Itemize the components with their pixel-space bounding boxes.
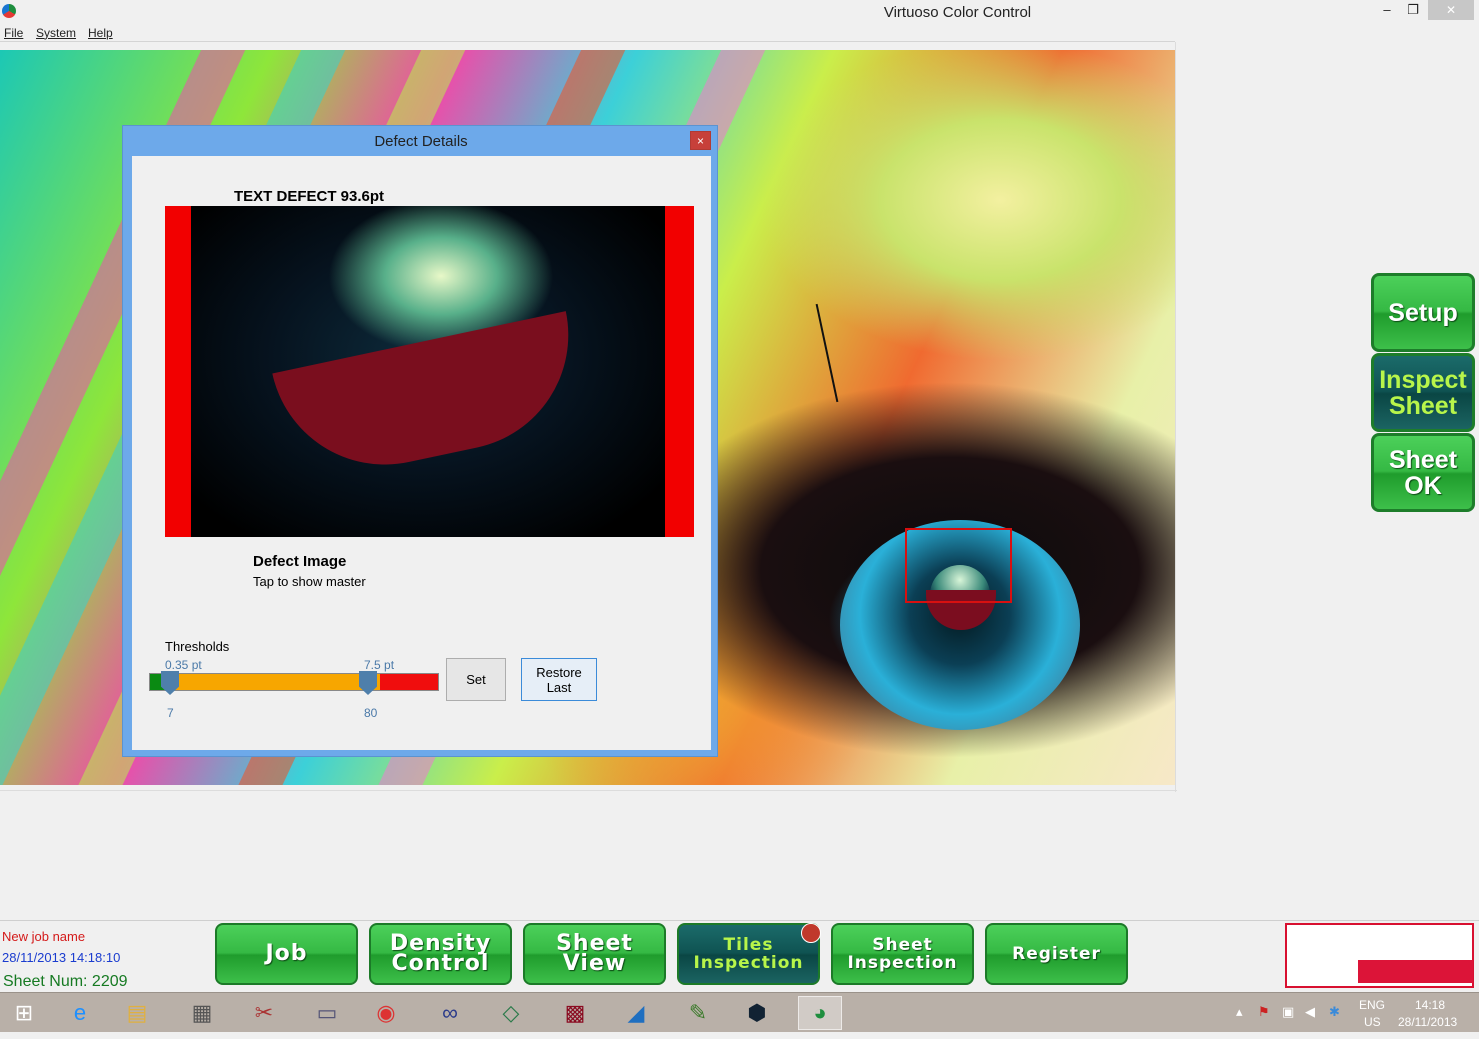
slider-high-thumb[interactable]: [359, 671, 377, 695]
tiles-label-1: Tiles: [723, 935, 774, 955]
job-name: New job name: [2, 929, 86, 944]
volume-icon[interactable]: ◀: [1305, 1004, 1315, 1020]
cube-app-icon[interactable]: ⬢: [735, 996, 779, 1030]
clock-time[interactable]: 14:18: [1415, 998, 1445, 1012]
defect-caption: Defect Image: [253, 553, 347, 570]
job-button[interactable]: Job: [215, 923, 358, 985]
alert-bar: [1358, 960, 1473, 983]
defect-image-content: [191, 206, 665, 537]
slider-red-zone: [380, 674, 438, 690]
job-date: 28/11/2013 14:18:10: [2, 950, 121, 965]
ie-icon[interactable]: e: [58, 996, 102, 1030]
shark-app-icon[interactable]: ◢: [614, 996, 658, 1030]
menu-system[interactable]: System: [36, 26, 76, 40]
menu-bar: [0, 24, 1175, 42]
threshold-high-sub: 80: [364, 706, 378, 720]
slider-orange-zone: [168, 674, 380, 690]
register-button[interactable]: Register: [985, 923, 1128, 985]
sheet-inspection-label-2: Inspection: [847, 953, 958, 973]
restore-label-1: Restore: [536, 664, 582, 680]
paint-app-icon[interactable]: ▩: [553, 996, 597, 1030]
threshold-low-sub: 7: [167, 706, 174, 720]
menu-help[interactable]: Help: [88, 26, 113, 40]
tray-chevron-icon[interactable]: ▴: [1236, 1004, 1243, 1020]
thresholds-label: Thresholds: [165, 639, 230, 654]
tiles-label-2: Inspection: [693, 953, 804, 973]
sheet-view-label-2: View: [562, 951, 627, 976]
restore-last-button[interactable]: Restore Last: [521, 658, 597, 701]
slider-low-thumb[interactable]: [161, 671, 179, 695]
bluetooth-icon[interactable]: ✱: [1329, 1004, 1340, 1020]
setup-button[interactable]: Setup: [1371, 273, 1475, 352]
restore-label-2: Last: [546, 679, 572, 695]
visual-studio-icon[interactable]: ∞: [428, 996, 472, 1030]
virtuoso-taskbar-icon[interactable]: ◕: [798, 996, 842, 1030]
threshold-slider[interactable]: [149, 671, 439, 695]
xml-editor-icon[interactable]: ◇: [489, 996, 533, 1030]
notepad-app-icon[interactable]: ✎: [676, 996, 720, 1030]
sheet-number: Sheet Num: 2209: [3, 973, 128, 990]
sheet-ok-button[interactable]: Sheet OK: [1371, 433, 1475, 512]
density-control-button[interactable]: Density Control: [369, 923, 512, 985]
clock-date[interactable]: 28/11/2013: [1398, 1015, 1457, 1029]
window-title: Virtuoso Color Control: [883, 4, 1032, 21]
tiles-inspection-button[interactable]: Tiles Inspection: [677, 923, 820, 985]
language-region[interactable]: US: [1364, 1015, 1381, 1029]
dialog-close-icon[interactable]: ×: [690, 131, 711, 150]
dialog-title: Defect Details: [374, 133, 468, 150]
defect-subcaption: Tap to show master: [253, 574, 366, 589]
inspect-label-1: Inspect: [1379, 365, 1467, 394]
menu-file[interactable]: File: [4, 26, 23, 40]
chrome-icon[interactable]: ◉: [364, 996, 408, 1030]
network-icon[interactable]: ▣: [1282, 1004, 1294, 1020]
defect-title: TEXT DEFECT 93.6pt: [234, 188, 385, 205]
notification-dot-icon: [801, 923, 821, 943]
setup-label: Setup: [1388, 298, 1458, 327]
defect-image[interactable]: [165, 206, 694, 537]
divider: [0, 790, 1177, 791]
threshold-low-value: 0.35 pt: [165, 658, 202, 672]
inspect-sheet-button[interactable]: Inspect Sheet: [1371, 353, 1475, 432]
inspect-label-2: Sheet: [1388, 391, 1458, 420]
job-label: Job: [265, 941, 308, 966]
set-label: Set: [466, 672, 486, 687]
density-label-2: Control: [391, 951, 490, 976]
sheet-ok-label-2: OK: [1404, 471, 1442, 500]
threshold-high-value: 7.5 pt: [364, 658, 395, 672]
restore-icon[interactable]: ❐: [1398, 0, 1428, 20]
sheet-inspection-button[interactable]: Sheet Inspection: [831, 923, 974, 985]
defect-details-dialog: Defect Details × TEXT DEFECT 93.6pt Defe…: [122, 125, 718, 757]
sheet-ok-label-1: Sheet: [1388, 445, 1458, 474]
register-label: Register: [1012, 944, 1101, 964]
defect-marker[interactable]: [905, 528, 1012, 603]
language-code[interactable]: ENG: [1359, 998, 1385, 1012]
defect-region: [272, 311, 590, 486]
monitor-icon[interactable]: ▭: [305, 996, 349, 1030]
sheet-inspection-label-1: Sheet: [872, 935, 933, 955]
divider: [1175, 42, 1176, 792]
snipping-tool-icon[interactable]: ✂: [242, 996, 286, 1030]
sheet-view-button[interactable]: Sheet View: [523, 923, 666, 985]
calculator-icon[interactable]: ▦: [180, 996, 224, 1030]
close-icon[interactable]: ✕: [1428, 0, 1474, 20]
dialog-body: TEXT DEFECT 93.6pt Defect Image Tap to s…: [132, 156, 711, 750]
start-icon[interactable]: ⊞: [2, 996, 46, 1030]
set-button[interactable]: Set: [446, 658, 506, 701]
flag-alert-icon[interactable]: ⚑: [1258, 1004, 1270, 1020]
lash-line: [815, 303, 839, 403]
folder-icon[interactable]: ▤: [115, 996, 159, 1030]
